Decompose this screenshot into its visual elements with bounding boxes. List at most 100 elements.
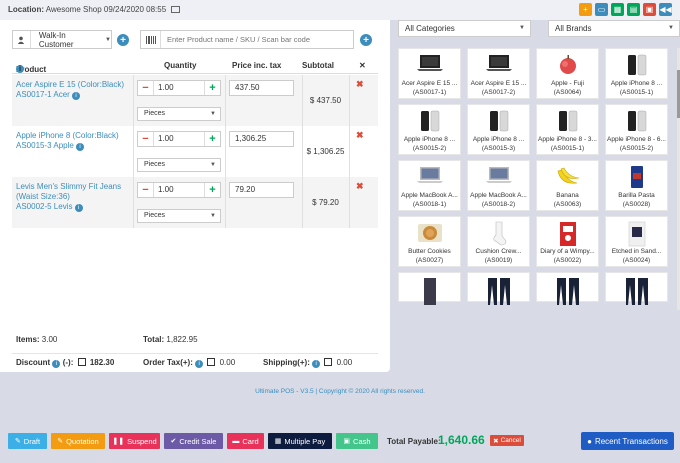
order-tax-line: Order Tax(+): i 0.00 [143,358,236,368]
product-name: Apple iPhone 8 - 6... [607,136,666,143]
go-back-button[interactable]: ◀◀ [659,3,672,16]
top-bar: Location: Awesome Shop 09/24/2020 08:55 … [0,0,680,20]
brand-filter[interactable]: All Brands ▼ [548,20,680,37]
multiple-pay-button[interactable]: ▦ Multiple Pay [268,433,332,449]
product-card[interactable] [467,272,530,305]
product-sku: (AS0027) [415,257,444,264]
calculator-button[interactable]: ▦ [611,3,624,16]
footer-copyright: Ultimate POS - V3.5 | Copyright © 2020 A… [255,388,425,395]
recent-transactions-button[interactable]: ● Recent Transactions [581,432,674,450]
quantity-input[interactable]: 1.00 [154,183,204,197]
search-input[interactable] [161,35,351,44]
draft-button[interactable]: ✎ Draft [8,433,47,449]
product-search [140,30,354,49]
product-sku: (AS0022) [553,257,582,264]
product-card[interactable]: Cushion Crew... (AS0019) [467,216,530,267]
cart-product-name[interactable]: Levis Men's Slimmy Fit Jeans (Waist Size… [16,182,128,212]
customer-select[interactable]: Walk-In Customer ▼ [12,30,112,49]
location-value: Awesome Shop 09/24/2020 08:55 [45,5,167,14]
product-image [625,53,649,79]
quotation-button[interactable]: ✎ Quotation [51,433,105,449]
product-card[interactable]: Apple iPhone 8 ... (AS0015-1) [605,48,668,99]
product-card[interactable]: Acer Aspire E 15 ... (AS0017-1) [398,48,461,99]
register-details-button[interactable]: ▭ [595,3,608,16]
product-card[interactable]: Butter Cookies (AS0027) [398,216,461,267]
product-name: Diary of a Wimpy... [540,248,595,255]
add-customer-button[interactable]: + [117,34,129,46]
cash-button[interactable]: ▣ Cash [336,433,378,449]
product-image [557,53,579,77]
unit-select[interactable]: Pieces ▼ [137,107,221,121]
add-expense-button[interactable]: + [579,3,592,16]
add-product-button[interactable]: + [360,34,372,46]
info-icon[interactable]: i [16,65,24,73]
info-icon[interactable]: i [312,360,321,368]
info-icon[interactable]: i [195,360,204,368]
product-card[interactable]: Apple MacBook A... (AS0018-1) [398,160,461,211]
header-remove: ✕ [359,61,366,70]
increase-qty-button[interactable]: + [204,132,220,146]
fullscreen-button[interactable]: ▣ [643,3,656,16]
edit-shipping-icon[interactable] [324,358,333,366]
product-image [486,277,512,307]
info-icon[interactable]: i [76,143,85,151]
product-image [628,221,646,249]
quantity-stepper: − 1.00 + [137,182,221,198]
product-card[interactable] [536,272,599,305]
edit-discount-icon[interactable] [77,358,86,366]
product-card[interactable]: Banana (AS0063) [536,160,599,211]
suspend-button[interactable]: ❚❚ Suspend [109,433,160,449]
decrease-qty-button[interactable]: − [138,183,154,197]
cart-product-name[interactable]: Acer Aspire E 15 (Color:Black) AS0017-1 … [16,80,128,100]
close-register-button[interactable]: ▤ [627,3,640,16]
price-input[interactable]: 79.20 [229,182,294,198]
increase-qty-button[interactable]: + [204,183,220,197]
product-card[interactable]: Etched in Sand... (AS0024) [605,216,668,267]
product-sku: (AS0064) [553,89,582,96]
quantity-input[interactable]: 1.00 [154,81,204,95]
price-input[interactable]: 437.50 [229,80,294,96]
unit-select[interactable]: Pieces ▼ [137,158,221,172]
unit-select[interactable]: Pieces ▼ [137,209,221,223]
backward-icon: ◀◀ [659,5,672,14]
product-card[interactable]: Apple iPhone 8 ... (AS0015-3) [467,104,530,155]
quantity-input[interactable]: 1.00 [154,132,204,146]
info-icon[interactable]: i [74,204,83,212]
category-filter[interactable]: All Categories ▼ [398,20,531,37]
decrease-qty-button[interactable]: − [138,81,154,95]
decrease-qty-button[interactable]: − [138,132,154,146]
info-icon[interactable]: i [52,360,61,368]
product-card[interactable]: Acer Aspire E 15 ... (AS0017-2) [467,48,530,99]
location-label: Location: [8,5,44,14]
product-panel: All Categories ▼ All Brands ▼ Acer Aspire … [396,20,680,310]
cart-row: Apple iPhone 8 (Color:Black) AS0015-3 Ap… [12,126,378,177]
increase-qty-button[interactable]: + [204,81,220,95]
remove-row-icon[interactable]: ✖ [356,130,364,141]
product-card[interactable]: Apple MacBook A... (AS0018-2) [467,160,530,211]
credit-sale-button[interactable]: ✔ Credit Sale [164,433,223,449]
briefcase-icon: ▤ [629,5,638,14]
product-card[interactable]: Apple iPhone 8 ... (AS0015-2) [398,104,461,155]
product-name: Apple iPhone 8 - 3... [538,136,597,143]
product-card[interactable]: Apple iPhone 8 - 3... (AS0015-1) [536,104,599,155]
product-name: Apple MacBook A... [401,192,458,199]
edit-tax-icon[interactable] [207,358,216,366]
product-image [487,109,511,135]
product-card[interactable] [398,272,461,305]
price-input[interactable]: 1,306.25 [229,131,294,147]
product-card[interactable]: Apple - Fuji (AS0064) [536,48,599,99]
window-close-icon: ▣ [645,5,654,14]
plus-icon: + [363,34,369,46]
remove-row-icon[interactable]: ✖ [356,181,364,192]
remove-row-icon[interactable]: ✖ [356,79,364,90]
row-subtotal: $ 79.20 [312,198,339,207]
product-card[interactable] [605,272,668,305]
cancel-button[interactable]: ✖ Cancel [490,435,524,446]
product-card[interactable]: Barilla Pasta (AS0028) [605,160,668,211]
cart-product-name[interactable]: Apple iPhone 8 (Color:Black) AS0015-3 Ap… [16,131,128,151]
card-button[interactable]: ▬ Card [227,433,264,449]
product-card[interactable]: Apple iPhone 8 - 6... (AS0015-2) [605,104,668,155]
edit-icon: ✎ [14,438,21,445]
info-icon[interactable]: i [72,92,81,100]
product-card[interactable]: Diary of a Wimpy... (AS0022) [536,216,599,267]
